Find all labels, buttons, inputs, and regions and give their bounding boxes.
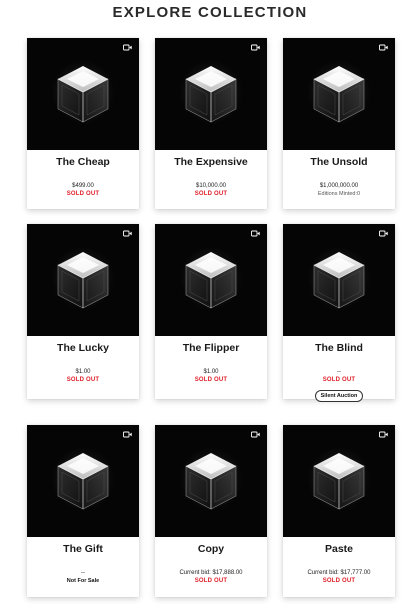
card-price: $1.00 bbox=[203, 369, 219, 375]
video-camera-icon bbox=[251, 230, 260, 237]
sold-out-label: SOLD OUT bbox=[322, 377, 356, 383]
video-camera-icon bbox=[123, 431, 132, 438]
card-title: The Gift bbox=[63, 543, 103, 555]
card-price: $499.00 bbox=[72, 183, 94, 189]
video-camera-icon bbox=[379, 431, 388, 438]
card-title: The Lucky bbox=[57, 342, 109, 354]
glowing-cube-icon bbox=[55, 450, 111, 512]
nft-card-the-unsold[interactable]: The Unsold $1,000,000.00 Editions Minted… bbox=[283, 38, 395, 209]
glowing-cube-icon bbox=[183, 63, 239, 125]
nft-card-the-expensive[interactable]: The Expensive $10,000.00 SOLD OUT bbox=[155, 38, 267, 209]
card-title: The Cheap bbox=[56, 156, 110, 168]
glowing-cube-icon bbox=[311, 450, 367, 512]
video-camera-icon bbox=[379, 44, 388, 51]
nft-card-the-flipper[interactable]: The Flipper $1.00 SOLD OUT bbox=[155, 224, 267, 399]
glowing-cube-icon bbox=[55, 63, 111, 125]
nft-card-the-gift[interactable]: The Gift -- Not For Sale bbox=[27, 425, 139, 597]
video-camera-icon bbox=[123, 230, 132, 237]
nft-artwork[interactable] bbox=[283, 425, 395, 537]
nft-card-copy[interactable]: Copy Current bid: $17,888.00 SOLD OUT bbox=[155, 425, 267, 597]
card-price: $1,000,000.00 bbox=[319, 183, 359, 189]
nft-artwork[interactable] bbox=[155, 425, 267, 537]
card-price: -- bbox=[81, 570, 85, 576]
nft-artwork[interactable] bbox=[283, 224, 395, 336]
video-camera-icon bbox=[251, 44, 260, 51]
page-title: EXPLORE COLLECTION bbox=[112, 4, 308, 21]
sold-out-label: SOLD OUT bbox=[194, 377, 228, 383]
glowing-cube-icon bbox=[311, 63, 367, 125]
card-price: $1.00 bbox=[75, 369, 91, 375]
video-camera-icon bbox=[251, 431, 260, 438]
silent-auction-button[interactable]: Silent Auction bbox=[314, 390, 364, 402]
sold-out-label: SOLD OUT bbox=[194, 191, 228, 197]
card-price: -- bbox=[337, 369, 341, 375]
sold-out-label: SOLD OUT bbox=[194, 578, 228, 584]
card-price: $10,000.00 bbox=[195, 183, 227, 189]
nft-card-the-blind[interactable]: The Blind -- SOLD OUT Silent Auction bbox=[283, 224, 395, 402]
nft-artwork[interactable] bbox=[27, 425, 139, 537]
editions-minted-label: Editions Minted:0 bbox=[317, 191, 361, 197]
video-camera-icon bbox=[379, 230, 388, 237]
collection-grid: The Cheap $499.00 SOLD OUT The Expensive… bbox=[27, 38, 395, 600]
card-title: The Expensive bbox=[174, 156, 248, 168]
glowing-cube-icon bbox=[183, 450, 239, 512]
glowing-cube-icon bbox=[55, 249, 111, 311]
nft-card-the-cheap[interactable]: The Cheap $499.00 SOLD OUT bbox=[27, 38, 139, 209]
current-bid-label: Current bid: $17,888.00 bbox=[179, 570, 243, 576]
card-title: Copy bbox=[197, 543, 225, 555]
nft-artwork[interactable] bbox=[155, 224, 267, 336]
glowing-cube-icon bbox=[183, 249, 239, 311]
card-title: The Blind bbox=[315, 342, 363, 354]
nft-artwork[interactable] bbox=[27, 38, 139, 150]
card-title: The Flipper bbox=[182, 342, 240, 354]
nft-card-the-lucky[interactable]: The Lucky $1.00 SOLD OUT bbox=[27, 224, 139, 399]
sold-out-label: SOLD OUT bbox=[322, 578, 356, 584]
glowing-cube-icon bbox=[311, 249, 367, 311]
sold-out-label: SOLD OUT bbox=[66, 191, 100, 197]
card-title: Paste bbox=[324, 543, 354, 555]
nft-card-paste[interactable]: Paste Current bid: $17,777.00 SOLD OUT bbox=[283, 425, 395, 597]
nft-artwork[interactable] bbox=[155, 38, 267, 150]
nft-artwork[interactable] bbox=[283, 38, 395, 150]
card-title: The Unsold bbox=[310, 156, 368, 168]
video-camera-icon bbox=[123, 44, 132, 51]
not-for-sale-label: Not For Sale bbox=[66, 578, 100, 584]
sold-out-label: SOLD OUT bbox=[66, 377, 100, 383]
nft-artwork[interactable] bbox=[27, 224, 139, 336]
current-bid-label: Current bid: $17,777.00 bbox=[307, 570, 371, 576]
